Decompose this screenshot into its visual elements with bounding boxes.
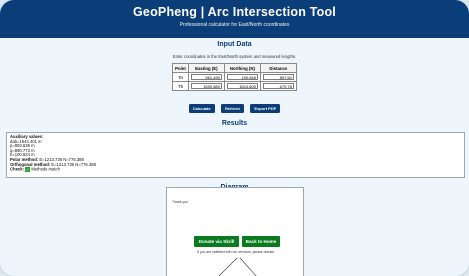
input-section-title: Input Data: [217, 41, 252, 48]
diagram-line-a: [218, 257, 238, 276]
export-pdf-button[interactable]: Export PDF: [250, 104, 281, 113]
diagram-panel: Thank you Donate via Skrill Back to Home…: [166, 187, 304, 276]
check-text: Methods match: [31, 166, 60, 172]
check-result: Check: ✓ Methods match: [10, 166, 461, 173]
table-row: Ta 561.490 150.648 897.50: [172, 72, 297, 82]
column-header: Point: [172, 63, 189, 73]
diagram-line-b: [239, 257, 257, 276]
coordinates-table: Point Easting (E) Northing (N) Distance …: [172, 63, 297, 91]
table-row: Tb 1690.680 1624.605 679.78: [172, 81, 297, 91]
main-content: Input Data Enter coordinates in the East…: [0, 41, 469, 191]
refresh-button[interactable]: Refresh: [221, 104, 244, 113]
table-header-row: Point Easting (E) Northing (N) Distance: [172, 63, 297, 73]
checkmark-icon: ✓: [25, 167, 31, 173]
easting-input-ta[interactable]: 561.490: [190, 74, 222, 80]
app-window: GeoPheng | Arc Intersection Tool Profess…: [0, 0, 469, 276]
distance-input-tb[interactable]: 679.78: [262, 83, 294, 89]
input-hint: Enter coordinates in the East/North syst…: [172, 54, 297, 59]
easting-input-tb[interactable]: 1690.680: [190, 83, 222, 89]
app-title: GeoPheng | Arc Intersection Tool: [133, 5, 336, 19]
point-label: Tb: [172, 81, 189, 91]
header: GeoPheng | Arc Intersection Tool Profess…: [0, 0, 469, 38]
northing-input-tb[interactable]: 1624.605: [226, 83, 258, 89]
app-subtitle: Professional calculator for East/North c…: [179, 22, 290, 28]
calculate-button[interactable]: Calculate: [188, 104, 215, 113]
northing-input-ta[interactable]: 150.648: [226, 74, 258, 80]
check-label: Check:: [10, 166, 24, 172]
distance-input-ta[interactable]: 897.50: [262, 74, 294, 80]
column-header: Easting (E): [187, 63, 225, 73]
column-header: Distance: [259, 63, 297, 73]
results-panel: Auxiliary values: dab=1544.401 m p=893.6…: [6, 132, 465, 178]
results-section-title: Results: [221, 120, 248, 127]
column-header: Northing (N): [223, 63, 261, 73]
point-label: Ta: [172, 72, 189, 82]
action-buttons: Calculate Refresh Export PDF: [0, 97, 469, 115]
intersection-diagram: [218, 257, 257, 276]
